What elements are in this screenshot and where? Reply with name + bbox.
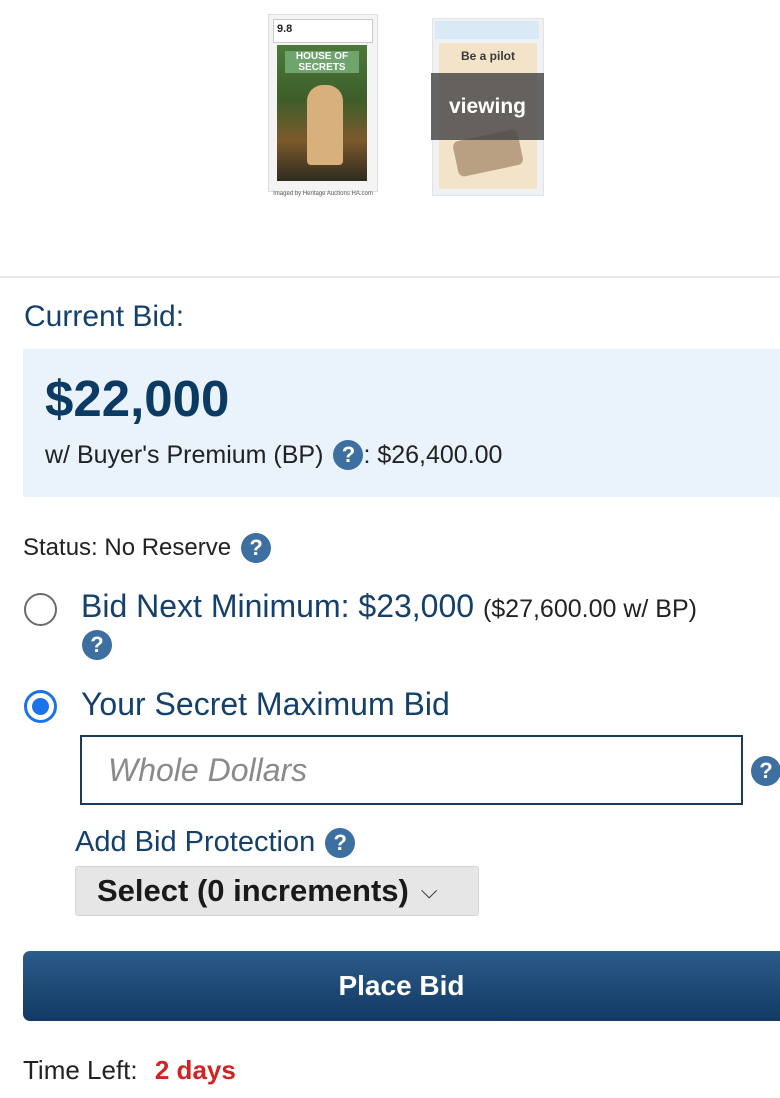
current-bid-label: Current Bid:	[24, 300, 185, 333]
slab-label	[435, 21, 539, 39]
max-bid-input[interactable]	[80, 735, 743, 805]
image-thumbnails: 9.8 HOUSE OF SECRETS Imaged by Heritage …	[0, 0, 780, 278]
current-bid-box: $22,000 w/ Buyer's Premium (BP) ? : $26,…	[23, 349, 780, 497]
time-left-value: 2 days	[154, 1055, 236, 1085]
grade-label: 9.8	[273, 19, 373, 43]
bp-label: w/ Buyer's Premium (BP)	[45, 440, 324, 469]
viewing-overlay: viewing	[431, 73, 544, 140]
bid-protection-select[interactable]: Select (0 increments) ⌵	[75, 866, 479, 916]
thumbnail-caption: Imaged by Heritage Auctions HA.com	[273, 191, 373, 197]
bid-next-minimum-label: Bid Next Minimum: $23,000	[81, 588, 475, 624]
bid-protection-help-icon[interactable]: ?	[325, 827, 356, 858]
bp-value: : $26,400.00	[363, 440, 503, 469]
grade-value: 9.8	[277, 23, 293, 35]
chevron-down-icon: ⌵	[420, 878, 438, 904]
cover-title: Be a pilot	[460, 49, 515, 63]
time-left: Time Left: 2 days	[23, 1055, 236, 1086]
cover-title: HOUSE OF SECRETS	[285, 51, 359, 73]
bid-next-minimum-option[interactable]: Bid Next Minimum: $23,000 ($27,600.00 w/…	[81, 588, 697, 625]
place-bid-button[interactable]: Place Bid	[23, 951, 780, 1021]
secret-max-bid-radio[interactable]	[24, 690, 57, 723]
bid-next-minimum-radio[interactable]	[24, 593, 57, 626]
current-bid-amount: $22,000	[45, 370, 230, 427]
time-left-label: Time Left:	[23, 1055, 138, 1085]
cover-figure	[307, 85, 343, 165]
next-minimum-help-icon[interactable]: ?	[82, 630, 112, 660]
bp-help-icon[interactable]: ?	[333, 440, 364, 470]
comic-cover: HOUSE OF SECRETS	[277, 45, 367, 181]
bid-protection-text: Add Bid Protection	[75, 826, 316, 858]
bid-protection-selected: Select (0 increments)	[97, 873, 409, 908]
reserve-status: Status: No Reserve ?	[23, 533, 272, 563]
max-bid-help-icon[interactable]: ?	[751, 756, 780, 786]
buyers-premium-line: w/ Buyer's Premium (BP) ? : $26,400.00	[45, 440, 502, 470]
bid-protection-label: Add Bid Protection ?	[75, 826, 356, 859]
thumbnail-house-of-secrets[interactable]: 9.8 HOUSE OF SECRETS Imaged by Heritage …	[268, 14, 378, 197]
bid-next-minimum-bp: ($27,600.00 w/ BP)	[482, 595, 697, 623]
secret-max-bid-label[interactable]: Your Secret Maximum Bid	[81, 686, 450, 723]
status-label: Status: No Reserve	[23, 534, 232, 561]
status-help-icon[interactable]: ?	[241, 533, 272, 563]
